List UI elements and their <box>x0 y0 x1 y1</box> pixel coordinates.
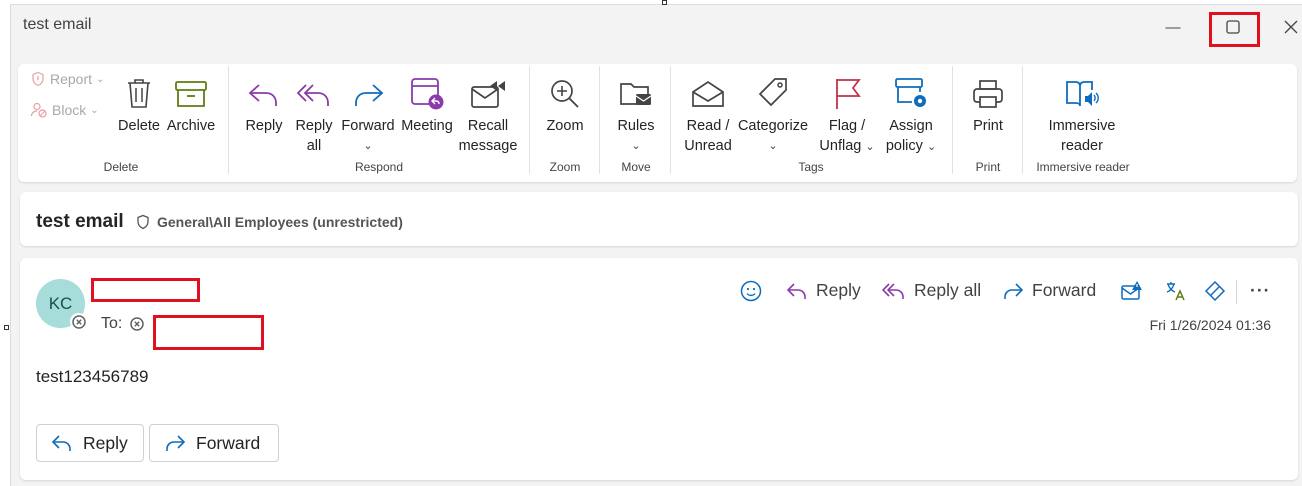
rules-button[interactable]: Rules ⌄ <box>614 70 658 156</box>
toolbar-divider <box>1236 280 1237 304</box>
chevron-down-icon: ⌄ <box>363 140 373 152</box>
printer-icon <box>973 80 1003 108</box>
read-unread-icon <box>692 80 724 107</box>
translate-button[interactable] <box>1162 278 1188 304</box>
reply-icon <box>786 282 806 299</box>
archive-button[interactable]: Archive <box>166 70 216 136</box>
reply-icon <box>248 84 277 106</box>
close-icon <box>1284 20 1298 34</box>
group-label-print: Print <box>975 160 1001 174</box>
ribbon-divider <box>599 66 600 174</box>
shield-icon <box>137 214 149 230</box>
minimize-icon: — <box>1165 18 1181 36</box>
rules-folder-icon <box>620 83 652 105</box>
trash-icon <box>128 79 150 108</box>
ribbon-divider <box>529 66 530 174</box>
meeting-button[interactable]: Meeting <box>398 70 456 136</box>
ribbon-divider <box>1022 66 1023 174</box>
assign-policy-button[interactable]: Assign policy ⌄ <box>878 70 944 157</box>
report-button[interactable]: Report ⌄ <box>30 71 104 87</box>
assign-policy-icon <box>895 78 926 107</box>
bottom-forward-button[interactable]: Forward <box>149 424 279 462</box>
more-icon: ··· <box>1250 280 1271 300</box>
window-title: test email <box>23 16 92 33</box>
reaction-button[interactable] <box>738 278 764 304</box>
close-button[interactable] <box>1276 13 1302 41</box>
minimize-button[interactable]: — <box>1158 13 1188 41</box>
reply-button[interactable]: Reply <box>244 70 284 136</box>
to-label: To: <box>101 315 123 332</box>
reply-icon <box>51 435 71 451</box>
more-actions-button[interactable]: ··· <box>1250 280 1270 301</box>
email-subject: test email <box>36 211 124 232</box>
flag-unflag-button[interactable]: Flag / Unflag ⌄ <box>812 70 882 157</box>
avatar-initials: KC <box>48 293 73 313</box>
to-line: To: <box>101 315 145 333</box>
chevron-down-icon: ⌄ <box>96 73 105 85</box>
chevron-down-icon: ⌄ <box>90 104 99 116</box>
redacted-sender-name <box>91 278 200 302</box>
zoom-icon <box>551 80 579 108</box>
sensitivity-label[interactable]: General\All Employees (unrestricted) <box>136 214 403 230</box>
report-phishing-button[interactable] <box>1119 278 1145 304</box>
zoom-button[interactable]: Zoom <box>542 70 588 136</box>
shield-warning-icon <box>32 71 44 87</box>
immersive-reader-icon <box>1066 81 1099 107</box>
translate-icon <box>1166 282 1185 301</box>
resize-handle-left[interactable] <box>4 325 9 330</box>
chevron-down-icon: ⌄ <box>631 140 641 152</box>
forward-icon <box>1004 282 1024 299</box>
block-user-icon <box>30 102 47 118</box>
group-label-zoom: Zoom <box>549 160 581 174</box>
reply-all-icon <box>296 84 329 106</box>
message-pane: KC To: Reply Reply all Forward ··· Fri 1… <box>20 258 1298 480</box>
chevron-down-icon: ⌄ <box>768 140 778 152</box>
viva-insights-icon <box>1204 280 1226 302</box>
block-button[interactable]: Block ⌄ <box>30 101 99 119</box>
viva-insights-button[interactable] <box>1202 278 1228 304</box>
tag-icon <box>758 78 787 107</box>
redacted-recipient <box>153 315 264 350</box>
smiley-icon <box>740 280 762 302</box>
recipient-status-icon <box>130 317 145 331</box>
group-label-delete: Delete <box>103 160 139 174</box>
print-button[interactable]: Print <box>966 70 1010 136</box>
message-date: Fri 1/26/2024 01:36 <box>1149 317 1271 333</box>
forward-icon <box>355 84 384 106</box>
recall-message-button[interactable]: Recall message <box>456 70 520 156</box>
ribbon-divider <box>670 66 671 174</box>
reply-all-icon <box>882 282 904 299</box>
group-label-move: Move <box>621 160 651 174</box>
immersive-reader-button[interactable]: Immersive reader <box>1042 70 1122 156</box>
presence-status-icon <box>70 313 87 330</box>
ribbon: Report ⌄ Block ⌄ Delete Archive Delete R… <box>18 64 1297 182</box>
categorize-button[interactable]: Categorize ⌄ <box>736 70 810 156</box>
flag-icon <box>836 79 861 109</box>
meeting-reply-icon <box>411 78 444 110</box>
reply-all-action[interactable]: Reply all <box>882 280 981 301</box>
group-label-respond: Respond <box>354 160 404 174</box>
archive-icon <box>175 81 207 107</box>
group-label-immersive-reader: Immersive reader <box>1036 160 1130 174</box>
read-unread-button[interactable]: Read / Unread <box>680 70 736 156</box>
resize-handle-top[interactable] <box>662 0 667 5</box>
chevron-down-icon: ⌄ <box>926 141 937 153</box>
forward-action[interactable]: Forward <box>1002 280 1096 301</box>
mail-alert-icon <box>1121 281 1142 300</box>
group-label-tags: Tags <box>798 160 824 174</box>
forward-button[interactable]: Forward ⌄ <box>340 70 396 156</box>
highlight-maximize <box>1209 12 1260 47</box>
bottom-reply-button[interactable]: Reply <box>36 424 144 462</box>
subject-bar: test email General\All Employees (unrest… <box>20 192 1298 246</box>
message-body: test123456789 <box>36 367 149 386</box>
reply-action[interactable]: Reply <box>786 280 861 301</box>
ribbon-divider <box>952 66 953 174</box>
delete-button[interactable]: Delete <box>117 70 161 136</box>
recall-message-icon <box>471 81 505 108</box>
chevron-down-icon: ⌄ <box>865 141 875 153</box>
ribbon-divider <box>228 66 229 174</box>
forward-icon <box>166 435 186 451</box>
reply-all-button[interactable]: Reply all <box>294 70 334 156</box>
